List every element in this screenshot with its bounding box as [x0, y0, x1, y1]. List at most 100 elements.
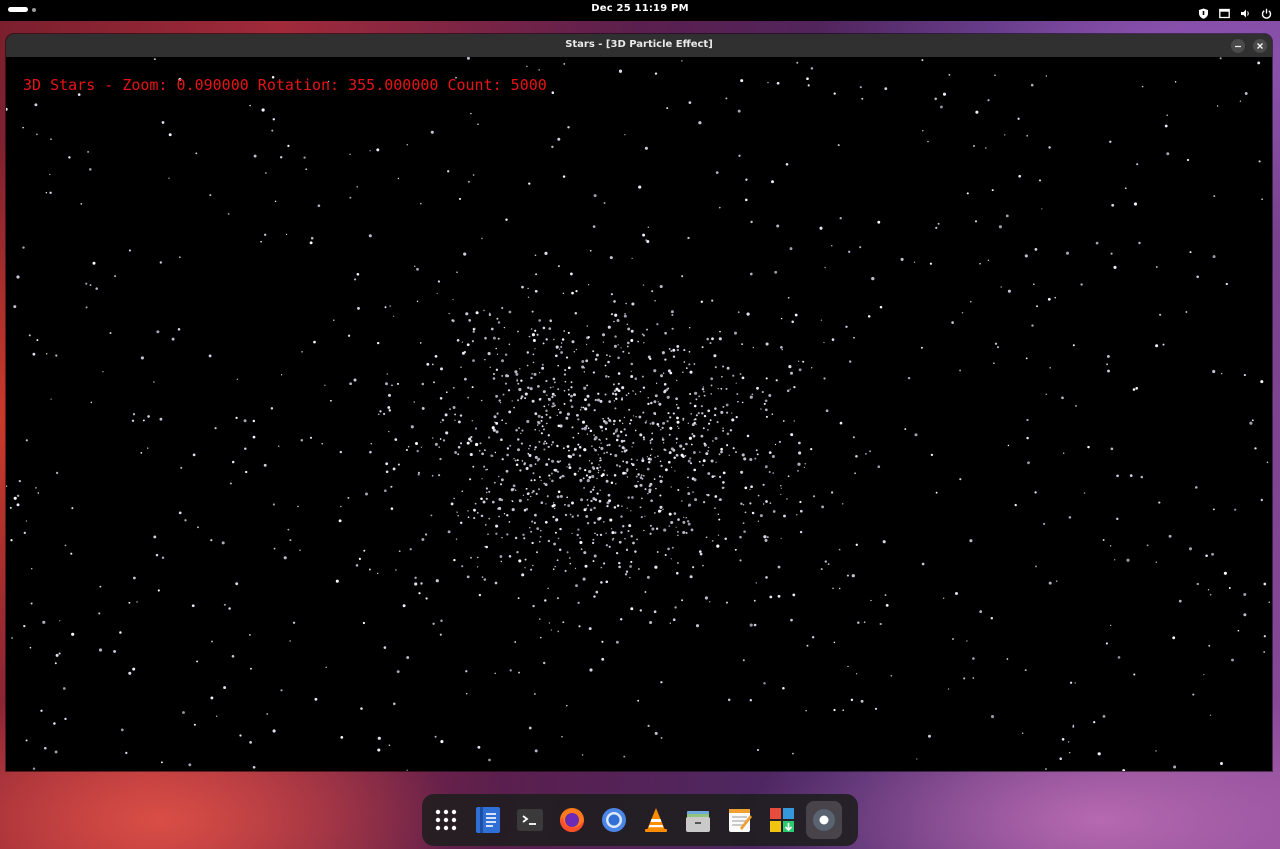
star-particle [508, 555, 512, 558]
star-particle [564, 569, 567, 573]
files-launcher[interactable] [680, 801, 716, 839]
show-apps-button[interactable] [428, 801, 464, 839]
particle-canvas[interactable]: 3D Stars - Zoom: 0.090000 Rotation: 355.… [6, 57, 1272, 771]
firefox-launcher[interactable] [554, 801, 590, 839]
star-particle [317, 204, 321, 207]
window-icon[interactable] [1219, 4, 1230, 19]
star-particle [128, 671, 132, 675]
star-particle [1209, 714, 1212, 716]
star-particle [485, 524, 487, 526]
star-particle [588, 476, 592, 479]
star-particle [606, 444, 609, 447]
star-particle [990, 715, 995, 719]
star-particle [672, 412, 675, 415]
terminal-launcher[interactable] [512, 801, 548, 839]
star-particle [587, 427, 590, 430]
star-particle [1223, 571, 1227, 575]
star-particle [1113, 265, 1117, 269]
volume-icon[interactable] [1240, 4, 1251, 18]
star-particle [516, 379, 519, 382]
star-particle [551, 392, 555, 396]
star-particle [676, 425, 679, 428]
clock[interactable]: Dec 25 11:19 PM [0, 3, 1280, 14]
star-particle [776, 81, 780, 85]
star-particle [701, 412, 704, 415]
star-particle [564, 513, 568, 517]
star-particle [704, 443, 707, 447]
star-particle [694, 391, 698, 395]
star-particle [593, 448, 595, 450]
star-particle [649, 532, 652, 535]
star-particle [517, 382, 520, 385]
star-particle [243, 419, 247, 423]
star-particle [570, 386, 573, 389]
star-particle [528, 182, 531, 185]
star-particle [669, 426, 673, 430]
star-particle [827, 563, 830, 565]
vlc-launcher[interactable] [638, 801, 674, 839]
star-particle [593, 486, 595, 488]
star-particle [555, 345, 559, 349]
star-particle [562, 447, 565, 450]
star-particle [769, 595, 773, 599]
star-particle [742, 659, 745, 662]
close-button[interactable] [1253, 39, 1267, 53]
star-particle [583, 508, 587, 512]
star-particle [698, 460, 701, 463]
star-particle [453, 558, 456, 562]
star-particle [349, 382, 352, 386]
star-particle [782, 420, 785, 422]
star-particle [577, 418, 580, 421]
star-particle [959, 369, 962, 372]
window-titlebar[interactable]: Stars - [3D Particle Effect] [6, 34, 1272, 57]
star-particle [541, 366, 545, 370]
star-particle [349, 153, 351, 155]
star-particle [672, 355, 676, 358]
minimize-button[interactable] [1231, 39, 1245, 53]
star-particle [1188, 547, 1193, 551]
chromium-launcher[interactable] [596, 801, 632, 839]
star-particle [711, 299, 714, 302]
star-particle [1061, 737, 1065, 741]
star-particle [626, 476, 629, 478]
star-particle [805, 710, 807, 712]
star-particle [227, 212, 230, 215]
star-particle [586, 394, 590, 398]
star-particle [496, 317, 499, 320]
star-particle [147, 447, 149, 449]
settings-launcher[interactable] [806, 801, 842, 839]
star-particle [961, 312, 964, 314]
star-particle [472, 359, 475, 362]
star-particle [951, 321, 954, 324]
star-particle [452, 406, 456, 409]
star-particle [585, 514, 589, 518]
star-particle [271, 129, 274, 132]
star-particle [641, 457, 644, 460]
star-particle [439, 438, 442, 440]
star-particle [10, 539, 13, 542]
star-particle [604, 421, 608, 425]
star-particle [595, 353, 599, 357]
star-particle [6, 485, 8, 488]
star-particle [620, 515, 623, 518]
star-particle [972, 657, 975, 660]
star-particle [820, 319, 823, 321]
star-particle [646, 575, 650, 579]
star-particle [1075, 404, 1077, 407]
star-particle [92, 261, 96, 265]
power-icon[interactable] [1261, 4, 1272, 19]
star-particle [532, 338, 536, 343]
text-editor-launcher[interactable] [470, 801, 506, 839]
notes-launcher[interactable] [722, 801, 758, 839]
star-particle [531, 399, 535, 403]
star-particle [168, 133, 172, 137]
software-center-launcher[interactable] [764, 801, 800, 839]
star-particle [577, 432, 580, 435]
star-particle [707, 472, 711, 475]
star-particle [229, 482, 232, 485]
star-particle [283, 556, 287, 560]
system-tray[interactable] [1198, 4, 1272, 19]
star-particle [648, 490, 651, 493]
star-particle [969, 539, 973, 543]
shield-icon[interactable] [1198, 4, 1209, 19]
